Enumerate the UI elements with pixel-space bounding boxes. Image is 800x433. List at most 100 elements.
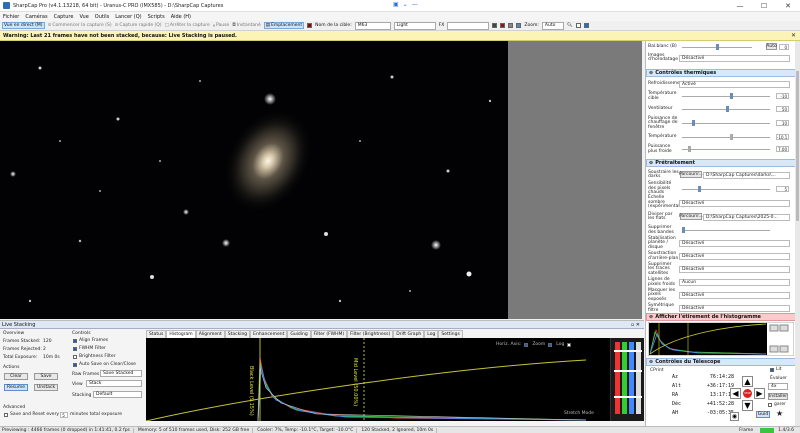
speed-select[interactable]: 4x bbox=[768, 383, 788, 390]
tab-filter-brightness[interactable]: Filter (Brightness) bbox=[347, 330, 394, 338]
menu-scripts[interactable]: Scripts bbox=[148, 14, 165, 20]
camera-image-view[interactable] bbox=[0, 41, 508, 319]
settings-icon[interactable] bbox=[575, 23, 581, 28]
minimize-button[interactable]: — bbox=[728, 0, 752, 12]
stacking-select[interactable]: Default bbox=[93, 391, 142, 398]
align-checkbox[interactable] bbox=[73, 339, 77, 343]
save-reset-checkbox[interactable] bbox=[4, 413, 8, 417]
minus-icon[interactable]: — bbox=[412, 1, 418, 8]
quick-capture-button[interactable]: ⊙ Capture rapide (Q) bbox=[115, 23, 162, 28]
menu-cameras[interactable]: Caméras bbox=[25, 14, 47, 20]
favorite-star-icon[interactable]: ★ bbox=[776, 409, 783, 418]
maximize-button[interactable]: ☐ bbox=[752, 0, 776, 12]
close-icon[interactable]: ✕ bbox=[791, 32, 796, 39]
heater-value[interactable]: 10 bbox=[776, 120, 789, 126]
park-checkbox[interactable] bbox=[768, 403, 772, 407]
capture-dropdown-icon[interactable]: ▣ bbox=[393, 1, 399, 8]
blue-channel-slider[interactable] bbox=[629, 342, 634, 414]
target-temp-slider[interactable] bbox=[682, 93, 770, 99]
install-button[interactable]: Installer bbox=[768, 393, 788, 400]
mask-pixel-select[interactable]: Désactivé bbox=[679, 292, 790, 299]
raw-frames-select[interactable]: Save Stacked bbox=[100, 370, 142, 377]
view-select[interactable]: Stack bbox=[86, 380, 142, 387]
snapshot-button[interactable]: ◘ Instantané bbox=[232, 23, 261, 28]
track-button[interactable]: ◉ bbox=[730, 412, 739, 421]
menu-file[interactable]: Fichier bbox=[3, 14, 19, 20]
close-button[interactable]: ✕ bbox=[776, 0, 800, 12]
lit-checkbox[interactable] bbox=[770, 368, 774, 372]
menu-launch[interactable]: Lancer (Q) bbox=[115, 14, 141, 20]
histogram-stretch-header[interactable]: ⊖ Afficher l'étirement de l'histogramme bbox=[646, 313, 796, 321]
slew-south-button[interactable]: ▼ bbox=[742, 400, 753, 411]
thermal-section-header[interactable]: ⊖ Contrôles thermiques bbox=[646, 69, 796, 77]
dark-scale-select[interactable]: Désactivé bbox=[679, 199, 790, 207]
chevron-down-icon[interactable]: ⌄ bbox=[403, 1, 408, 8]
overlay-toggle-icon[interactable] bbox=[500, 23, 506, 28]
fan-value[interactable]: 50 bbox=[776, 106, 789, 112]
target-name-select[interactable]: M63 bbox=[354, 21, 391, 30]
slew-north-button[interactable]: ▲ bbox=[742, 376, 753, 387]
banding-slider[interactable] bbox=[682, 227, 770, 233]
lower-level-handle[interactable] bbox=[614, 396, 642, 398]
mid-level-handle[interactable] bbox=[614, 370, 642, 372]
fwhm-checkbox[interactable] bbox=[73, 347, 77, 351]
horiz-axis-checkbox[interactable] bbox=[524, 342, 529, 347]
menu-capture[interactable]: Capture bbox=[54, 14, 74, 20]
tab-settings[interactable]: Settings bbox=[438, 330, 463, 338]
fan-slider[interactable] bbox=[682, 106, 770, 112]
resume-button[interactable]: Resume bbox=[4, 384, 28, 391]
hot-pixel-slider[interactable] bbox=[682, 186, 770, 192]
brightness-checkbox[interactable] bbox=[73, 355, 77, 359]
scrollbar-thumb[interactable] bbox=[796, 71, 799, 221]
upper-level-handle[interactable] bbox=[614, 350, 642, 352]
guide-button[interactable]: Guid bbox=[756, 411, 770, 418]
pin-icon[interactable] bbox=[583, 23, 589, 28]
zoom-select[interactable]: Auto bbox=[541, 21, 564, 30]
menu-view[interactable]: Vue bbox=[79, 14, 88, 20]
location-button[interactable]: ▤ Emplacement bbox=[263, 22, 305, 29]
focus-icon[interactable] bbox=[516, 23, 522, 28]
cooling-select[interactable]: Activé bbox=[679, 81, 790, 88]
red-channel-slider[interactable] bbox=[615, 342, 620, 414]
tab-filter-fwhm[interactable]: Filter (FWHM) bbox=[310, 330, 348, 338]
telescope-section-header[interactable]: ⊖ Contrôles du Télescope bbox=[646, 358, 796, 366]
hot-pixel-value[interactable]: 5 bbox=[776, 186, 789, 192]
autosave-checkbox[interactable] bbox=[73, 363, 77, 367]
mini-histogram[interactable] bbox=[648, 322, 794, 356]
timestamp-select[interactable]: Désactivé bbox=[679, 54, 790, 62]
menu-help[interactable]: Aide (H) bbox=[171, 14, 191, 20]
satellite-select[interactable]: Désactivé bbox=[679, 266, 790, 273]
stack-histogram[interactable]: Black Level (9.15%) Mid Level (50.00%) H… bbox=[146, 338, 611, 421]
zoom-checkbox[interactable] bbox=[548, 342, 553, 347]
tab-stacking[interactable]: Stacking bbox=[224, 330, 251, 338]
white-balance-slider[interactable] bbox=[682, 44, 752, 50]
darks-path-select[interactable]: D:\SharpCap Captures\darks\... bbox=[703, 171, 790, 179]
heater-slider[interactable] bbox=[682, 120, 770, 126]
save-reset-input[interactable]: 5 bbox=[60, 412, 68, 418]
slew-east-button[interactable]: ▶ bbox=[754, 388, 765, 399]
background-select[interactable]: Désactivé bbox=[679, 253, 790, 260]
save-button[interactable]: Save bbox=[34, 373, 58, 380]
magnifier-icon[interactable]: 🔍︎ bbox=[567, 23, 573, 28]
auto-button[interactable]: Auto bbox=[766, 43, 777, 50]
tab-histogram[interactable]: Histogram bbox=[166, 330, 196, 338]
preprocess-section-header[interactable]: ⊖ Prétraitement bbox=[646, 159, 796, 167]
clear-button[interactable]: Clear bbox=[4, 373, 28, 380]
white-balance-value[interactable]: 0 bbox=[779, 44, 789, 50]
pause-button[interactable]: ⏸ Pause bbox=[213, 23, 229, 29]
stop-button[interactable]: STOP bbox=[743, 389, 752, 398]
stop-capture-button[interactable]: □ Arrêter la capture bbox=[165, 23, 210, 28]
start-capture-button[interactable]: ⊙ Commencer la capture (S) bbox=[48, 23, 112, 28]
tab-guiding[interactable]: Guiding bbox=[287, 330, 311, 338]
stabilization-select[interactable]: Désactivé bbox=[679, 240, 790, 247]
right-panel-scrollbar[interactable] bbox=[795, 41, 800, 426]
slew-west-button[interactable]: ◀ bbox=[730, 388, 741, 399]
tab-drift-graph[interactable]: Drift Graph bbox=[393, 330, 425, 338]
unstack-button[interactable]: Unstack bbox=[34, 384, 58, 391]
tab-status[interactable]: Status bbox=[146, 330, 167, 338]
menu-tools[interactable]: Outils bbox=[95, 14, 109, 20]
live-view-button[interactable]: Vue en direct (M) bbox=[2, 22, 45, 29]
log-checkbox[interactable] bbox=[567, 342, 572, 347]
color-swatch-icon[interactable] bbox=[307, 23, 313, 28]
browse-flats-button[interactable]: Parcourir... bbox=[679, 213, 703, 220]
